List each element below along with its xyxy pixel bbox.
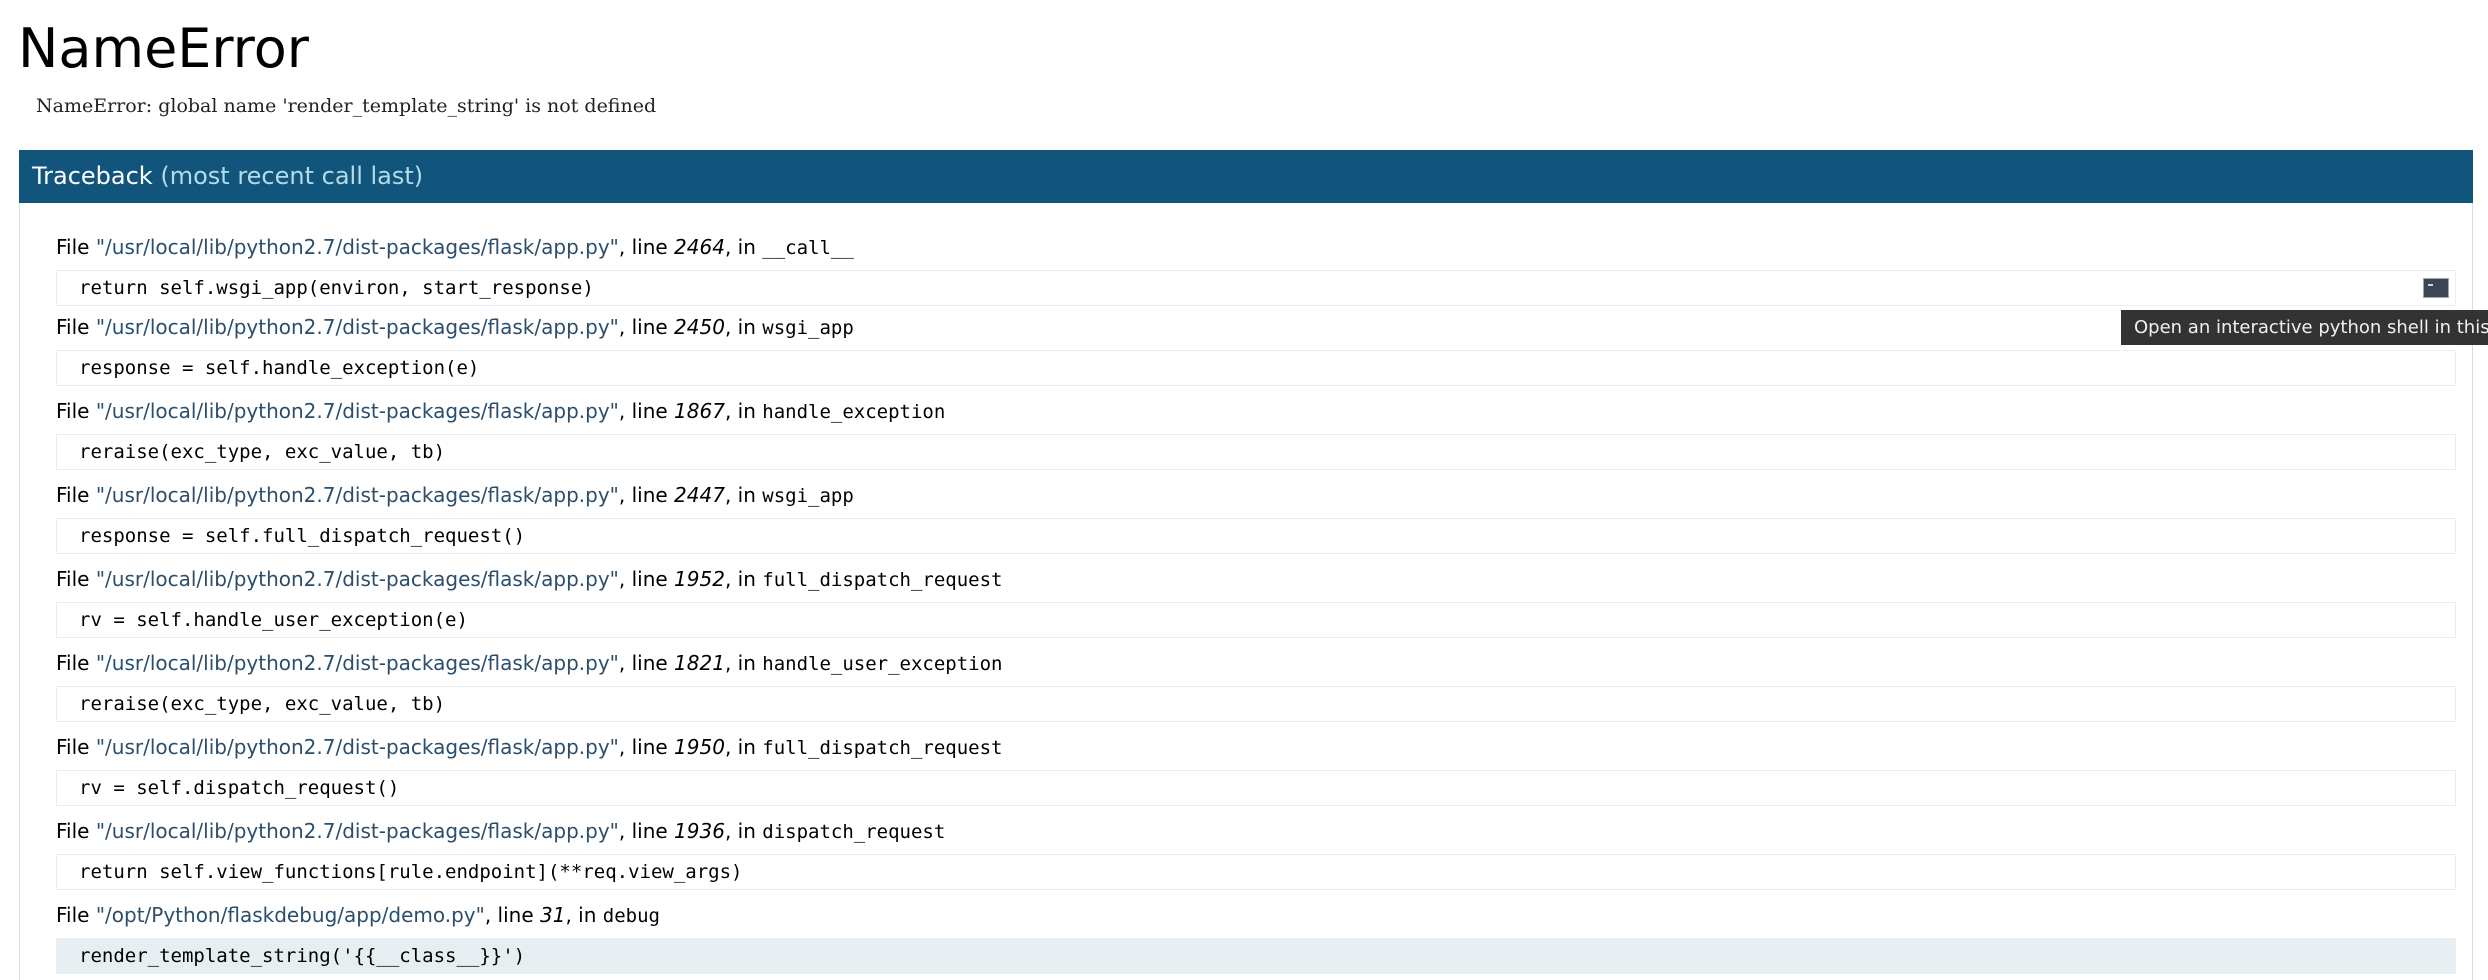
frame-file-path: "/usr/local/lib/python2.7/dist-packages/… bbox=[95, 651, 619, 675]
traceback-frame: File "/usr/local/lib/python2.7/dist-pack… bbox=[56, 232, 2456, 306]
line-prefix: , line bbox=[618, 315, 675, 339]
frame-location: File "/usr/local/lib/python2.7/dist-pack… bbox=[56, 648, 2456, 678]
frame-function: dispatch_request bbox=[762, 821, 946, 843]
frame-line-number: 1952 bbox=[674, 567, 725, 591]
in-prefix: , in bbox=[724, 651, 763, 675]
line-prefix: , line bbox=[484, 903, 541, 927]
frame-function: debug bbox=[602, 905, 660, 927]
file-prefix: File bbox=[56, 651, 96, 675]
page-title: NameError bbox=[18, 17, 309, 80]
frame-location: File "/usr/local/lib/python2.7/dist-pack… bbox=[56, 312, 2456, 342]
file-prefix: File bbox=[56, 235, 96, 259]
file-prefix: File bbox=[56, 735, 96, 759]
line-prefix: , line bbox=[618, 651, 675, 675]
line-prefix: , line bbox=[618, 399, 675, 423]
frame-line-number: 2450 bbox=[674, 315, 725, 339]
frame-code-line[interactable]: return self.wsgi_app(environ, start_resp… bbox=[56, 270, 2456, 306]
in-prefix: , in bbox=[565, 903, 603, 927]
frame-code-line[interactable]: response = self.full_dispatch_request() bbox=[56, 518, 2456, 554]
frame-code-line[interactable]: reraise(exc_type, exc_value, tb) bbox=[56, 434, 2456, 470]
traceback-subtitle: (most recent call last) bbox=[160, 162, 424, 190]
frame-code-line[interactable]: reraise(exc_type, exc_value, tb) bbox=[56, 686, 2456, 722]
frame-line-number: 2464 bbox=[674, 235, 725, 259]
traceback-frame: File "/usr/local/lib/python2.7/dist-pack… bbox=[56, 732, 2456, 806]
traceback-header: Traceback (most recent call last) bbox=[19, 150, 2473, 203]
line-prefix: , line bbox=[618, 567, 675, 591]
traceback-frame-current: File "/opt/Python/flaskdebug/app/demo.py… bbox=[56, 900, 2456, 974]
frame-code-text: reraise(exc_type, exc_value, tb) bbox=[79, 441, 446, 463]
traceback-frame: File "/usr/local/lib/python2.7/dist-pack… bbox=[56, 564, 2456, 638]
frame-file-path: "/usr/local/lib/python2.7/dist-packages/… bbox=[95, 819, 619, 843]
frame-function: handle_exception bbox=[762, 401, 946, 423]
frame-code-line[interactable]: response = self.handle_exception(e) bbox=[56, 350, 2456, 386]
in-prefix: , in bbox=[724, 399, 763, 423]
frame-function: handle_user_exception bbox=[762, 653, 1003, 675]
frame-file-path: "/usr/local/lib/python2.7/dist-packages/… bbox=[95, 315, 619, 339]
in-prefix: , in bbox=[724, 483, 763, 507]
frame-code-text: response = self.full_dispatch_request() bbox=[79, 525, 526, 547]
frame-function: wsgi_app bbox=[762, 485, 854, 507]
line-prefix: , line bbox=[618, 819, 675, 843]
frame-file-path: "/opt/Python/flaskdebug/app/demo.py" bbox=[95, 903, 485, 927]
file-prefix: File bbox=[56, 819, 96, 843]
in-prefix: , in bbox=[724, 819, 763, 843]
frame-code-text: rv = self.handle_user_exception(e) bbox=[79, 609, 468, 631]
frame-line-number: 2447 bbox=[674, 483, 725, 507]
line-prefix: , line bbox=[618, 735, 675, 759]
traceback-frame: File "/usr/local/lib/python2.7/dist-pack… bbox=[56, 312, 2456, 386]
frame-code-text: return self.view_functions[rule.endpoint… bbox=[79, 861, 743, 883]
file-prefix: File bbox=[56, 315, 96, 339]
file-prefix: File bbox=[56, 903, 96, 927]
file-prefix: File bbox=[56, 567, 96, 591]
frame-location: File "/usr/local/lib/python2.7/dist-pack… bbox=[56, 480, 2456, 510]
frame-code-text: render_template_string('{{__class__}}') bbox=[79, 945, 526, 967]
frame-line-number: 1936 bbox=[674, 819, 725, 843]
file-prefix: File bbox=[56, 399, 96, 423]
traceback-frame: File "/usr/local/lib/python2.7/dist-pack… bbox=[56, 396, 2456, 470]
frame-code-text: response = self.handle_exception(e) bbox=[79, 357, 480, 379]
traceback-frame: File "/usr/local/lib/python2.7/dist-pack… bbox=[56, 648, 2456, 722]
console-tooltip: Open an interactive python shell in this… bbox=[2121, 310, 2488, 345]
frame-line-number: 1867 bbox=[674, 399, 725, 423]
frame-file-path: "/usr/local/lib/python2.7/dist-packages/… bbox=[95, 567, 619, 591]
file-prefix: File bbox=[56, 483, 96, 507]
frame-file-path: "/usr/local/lib/python2.7/dist-packages/… bbox=[95, 483, 619, 507]
traceback-frame: File "/usr/local/lib/python2.7/dist-pack… bbox=[56, 816, 2456, 890]
traceback-title: Traceback bbox=[32, 162, 153, 190]
frame-code-line[interactable]: rv = self.dispatch_request() bbox=[56, 770, 2456, 806]
in-prefix: , in bbox=[724, 735, 763, 759]
in-prefix: , in bbox=[724, 235, 763, 259]
frame-function: __call__ bbox=[762, 237, 854, 259]
frame-location: File "/usr/local/lib/python2.7/dist-pack… bbox=[56, 564, 2456, 594]
frame-line-number: 1950 bbox=[674, 735, 725, 759]
in-prefix: , in bbox=[724, 567, 763, 591]
frame-function: wsgi_app bbox=[762, 317, 854, 339]
frame-code-line[interactable]: rv = self.handle_user_exception(e) bbox=[56, 602, 2456, 638]
line-prefix: , line bbox=[618, 235, 675, 259]
frame-file-path: "/usr/local/lib/python2.7/dist-packages/… bbox=[95, 399, 619, 423]
frame-location: File "/usr/local/lib/python2.7/dist-pack… bbox=[56, 732, 2456, 762]
frame-code-text: return self.wsgi_app(environ, start_resp… bbox=[79, 277, 594, 299]
frame-file-path: "/usr/local/lib/python2.7/dist-packages/… bbox=[95, 735, 619, 759]
error-message: NameError: global name 'render_template_… bbox=[36, 95, 657, 117]
frame-location: File "/usr/local/lib/python2.7/dist-pack… bbox=[56, 816, 2456, 846]
frame-code-text: rv = self.dispatch_request() bbox=[79, 777, 400, 799]
frame-line-number: 1821 bbox=[674, 651, 725, 675]
frame-code-line-current[interactable]: render_template_string('{{__class__}}') bbox=[56, 938, 2456, 974]
line-prefix: , line bbox=[618, 483, 675, 507]
frame-file-path: "/usr/local/lib/python2.7/dist-packages/… bbox=[95, 235, 619, 259]
frame-location: File "/usr/local/lib/python2.7/dist-pack… bbox=[56, 396, 2456, 426]
frame-location: File "/opt/Python/flaskdebug/app/demo.py… bbox=[56, 900, 2456, 930]
traceback-frame: File "/usr/local/lib/python2.7/dist-pack… bbox=[56, 480, 2456, 554]
frame-code-line[interactable]: return self.view_functions[rule.endpoint… bbox=[56, 854, 2456, 890]
frame-location: File "/usr/local/lib/python2.7/dist-pack… bbox=[56, 232, 2456, 262]
frame-code-text: reraise(exc_type, exc_value, tb) bbox=[79, 693, 446, 715]
frame-function: full_dispatch_request bbox=[762, 737, 1003, 759]
frame-function: full_dispatch_request bbox=[762, 569, 1003, 591]
frame-line-number: 31 bbox=[540, 903, 566, 927]
in-prefix: , in bbox=[724, 315, 763, 339]
console-icon[interactable] bbox=[2423, 278, 2449, 298]
